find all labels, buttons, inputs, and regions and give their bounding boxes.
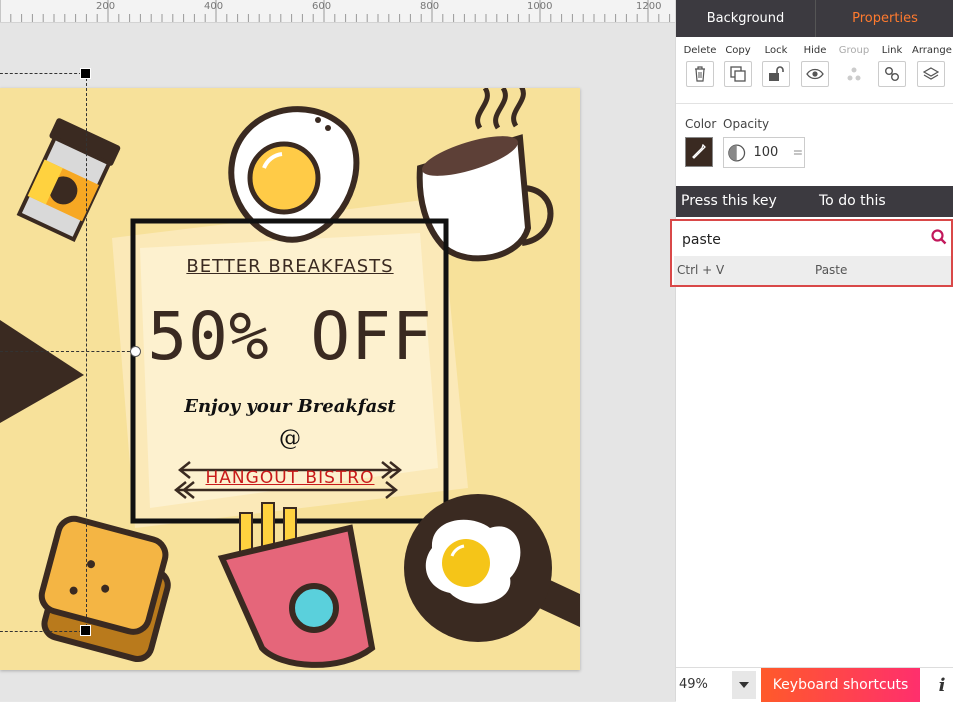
opacity-icon xyxy=(728,144,746,161)
copy-icon[interactable] xyxy=(724,61,752,87)
keyboard-shortcuts-button[interactable]: Keyboard shortcuts xyxy=(761,668,920,702)
rotate-handle[interactable] xyxy=(130,346,141,357)
selection-box[interactable] xyxy=(0,73,87,632)
shortcut-result-row[interactable]: Ctrl + V Paste xyxy=(674,256,951,285)
ruler-label: 400 xyxy=(204,1,224,12)
opacity-label: Opacity xyxy=(723,117,770,131)
col-action-header: To do this xyxy=(819,193,886,209)
poster-at[interactable]: @ xyxy=(150,426,430,451)
bottom-bar: 49% Keyboard shortcuts i xyxy=(676,667,953,702)
delete-label: Delete xyxy=(683,45,717,56)
ruler-label: 200 xyxy=(96,1,116,12)
tea-cup-illustration[interactable] xyxy=(416,88,554,262)
top-ruler: 200 400 600 800 1000 1200 xyxy=(0,0,675,23)
opacity-control[interactable]: 100 xyxy=(723,137,805,168)
shortcut-action: Paste xyxy=(815,263,848,277)
link-label: Link xyxy=(881,45,903,56)
layers-icon[interactable] xyxy=(917,61,945,87)
group-label: Group xyxy=(838,45,870,56)
divider xyxy=(676,103,953,104)
arrange-label: Arrange xyxy=(912,45,952,56)
poster-canvas[interactable]: BETTER BREAKFASTS 50% OFF Enjoy your Bre… xyxy=(0,88,580,670)
chevron-down-icon xyxy=(739,682,749,688)
ruler-label: 600 xyxy=(312,1,332,12)
info-icon[interactable]: i xyxy=(930,668,953,702)
zoom-dropdown[interactable] xyxy=(732,671,756,699)
link-icon[interactable] xyxy=(878,61,906,87)
poster-heading[interactable]: BETTER BREAKFASTS xyxy=(150,256,430,277)
lock-icon[interactable] xyxy=(762,61,790,87)
copy-label: Copy xyxy=(725,45,751,56)
trash-icon[interactable] xyxy=(686,61,714,87)
design-canvas-area[interactable]: BETTER BREAKFASTS 50% OFF Enjoy your Bre… xyxy=(0,23,675,701)
poster-tagline[interactable]: Enjoy your Breakfast xyxy=(150,396,430,417)
shortcut-search-input[interactable] xyxy=(678,223,932,257)
toolbar: Delete Copy Lock Hide Group Link Arrange xyxy=(676,44,953,94)
color-label: Color xyxy=(685,117,717,131)
resize-handle[interactable] xyxy=(80,68,91,79)
opacity-value[interactable]: 100 xyxy=(753,145,778,160)
link-tool[interactable]: Link xyxy=(873,44,911,87)
eyedropper-icon xyxy=(692,144,706,159)
properties-panel: Background Properties Delete Copy Lock H… xyxy=(670,0,953,702)
col-key-header: Press this key xyxy=(681,193,777,209)
group-tool[interactable]: Group xyxy=(835,44,873,87)
resize-handle[interactable] xyxy=(80,625,91,636)
poster-venue[interactable]: HANGOUT BISTRO xyxy=(170,468,410,488)
slider-icon[interactable] xyxy=(792,148,804,158)
poster-offer[interactable]: 50% OFF xyxy=(140,298,440,375)
shortcut-search-box: Ctrl + V Paste xyxy=(670,219,953,287)
selection-line xyxy=(0,351,135,352)
shortcut-key: Ctrl + V xyxy=(677,263,725,277)
tab-background[interactable]: Background xyxy=(676,0,815,37)
ruler-label: 800 xyxy=(420,1,440,12)
lock-label: Lock xyxy=(764,45,788,56)
color-swatch[interactable] xyxy=(685,137,713,167)
frying-pan-illustration[interactable] xyxy=(404,494,580,642)
eye-icon[interactable] xyxy=(801,61,829,87)
hide-tool[interactable]: Hide xyxy=(796,44,834,87)
shortcut-header: Press this key To do this xyxy=(676,186,953,217)
hide-label: Hide xyxy=(803,45,827,56)
copy-tool[interactable]: Copy xyxy=(719,44,757,87)
ruler-label: 1000 xyxy=(527,1,553,12)
arrange-tool[interactable]: Arrange xyxy=(912,44,952,87)
delete-tool[interactable]: Delete xyxy=(681,44,719,87)
ruler-label: 1200 xyxy=(636,1,662,12)
tab-properties[interactable]: Properties xyxy=(815,0,953,37)
zoom-level[interactable]: 49% xyxy=(679,669,733,700)
group-icon[interactable] xyxy=(840,61,868,87)
search-icon[interactable] xyxy=(931,229,947,245)
fries-illustration[interactable] xyxy=(217,502,376,668)
lock-tool[interactable]: Lock xyxy=(757,44,795,87)
